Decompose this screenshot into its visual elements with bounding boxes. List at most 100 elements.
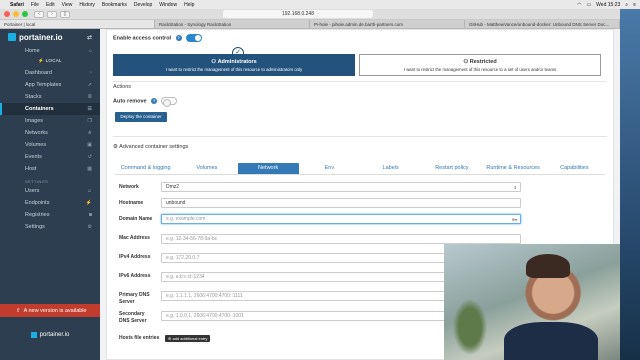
back-button[interactable]: ‹	[34, 10, 44, 18]
menu-help[interactable]: Help	[184, 2, 194, 8]
th-icon: ▦	[87, 166, 92, 172]
tab-command-logging[interactable]: Command & logging	[115, 163, 176, 174]
tab-restart-policy[interactable]: Restart policy	[421, 163, 482, 174]
portainer-logo[interactable]: portainer.io	[19, 33, 63, 42]
sidebar-item-images[interactable]: Images ❐	[0, 115, 100, 127]
network-select[interactable]: Dmz2 ⇕	[161, 182, 521, 192]
hostname-input[interactable]: unbound	[161, 198, 521, 208]
menu-view[interactable]: View	[62, 2, 73, 8]
sidebar-item-label: Home	[25, 48, 40, 54]
browser-tab-strip: Portainer | local RackStation - Synology…	[0, 20, 620, 29]
sidebar-item-label: Networks	[25, 130, 48, 136]
browser-tab-pihole[interactable]: Pi-hole - pihole.admin.de.barth-partners…	[310, 20, 465, 28]
presenter-shirt	[504, 322, 598, 360]
menu-app-name[interactable]: Safari	[10, 2, 24, 8]
browser-tab-rackstation[interactable]: RackStation - Synology RackStation	[155, 20, 310, 28]
deploy-container-button[interactable]: Deploy the container	[115, 112, 167, 122]
administrators-title-row: ⚇ Administrators	[114, 59, 354, 65]
domain-name-label: Domain Name	[119, 216, 153, 222]
mac-address-label: Mac Address	[119, 235, 150, 241]
add-host-entry-label: add additional entry	[172, 336, 208, 341]
sidebar-item-settings[interactable]: Settings ⚙	[0, 221, 100, 233]
wifi-icon[interactable]: ◠	[577, 2, 581, 8]
ipv4-address-input[interactable]: e.g. 172.20.0.7	[161, 253, 446, 263]
tab-volumes[interactable]: Volumes	[176, 163, 237, 174]
sidebar-item-events[interactable]: Events ↺	[0, 151, 100, 163]
menu-edit[interactable]: Edit	[46, 2, 55, 8]
battery-icon[interactable]: ▭	[586, 2, 591, 8]
sidebar-toggle-icon[interactable]: ▯	[60, 10, 70, 18]
help-icon[interactable]: ?	[151, 98, 158, 104]
access-control-label: Enable access control	[113, 35, 172, 42]
endpoint-label: LOCAL	[45, 58, 62, 63]
sidebar-item-stacks[interactable]: Stacks ≣	[0, 91, 100, 103]
zoom-window-button[interactable]	[22, 11, 28, 17]
sidebar-item-home[interactable]: Home ⌂	[0, 45, 100, 57]
database-icon: ◙	[88, 212, 92, 218]
restricted-title: Restricted	[469, 59, 497, 65]
sidebar-item-endpoints[interactable]: Endpoints ⚡	[0, 197, 100, 209]
divider	[113, 81, 607, 82]
sidebar-item-networks[interactable]: Networks ⋔	[0, 127, 100, 139]
search-icon[interactable]: ⌕	[625, 2, 628, 8]
menu-list-icon[interactable]: ≡	[633, 2, 636, 8]
address-bar[interactable]: 192.168.0.248	[223, 10, 373, 18]
minimize-window-button[interactable]	[13, 11, 19, 17]
browser-tab-github[interactable]: GitHub - MatthewVance/unbound-docker: Un…	[465, 20, 620, 28]
autofill-key-icon[interactable]: ⊕▾	[512, 215, 517, 224]
browser-tab-portainer[interactable]: Portainer | local	[0, 20, 155, 28]
rocket-icon: ➚	[87, 82, 92, 88]
stacks-icon: ≣	[87, 94, 92, 100]
tab-labels[interactable]: Labels	[360, 163, 421, 174]
sidebar-item-label: Settings	[25, 224, 45, 230]
ipv6-address-input[interactable]: e.g. a:b:c:d::1234	[161, 272, 446, 282]
help-icon[interactable]: ?	[175, 35, 182, 41]
domain-name-input[interactable]: e.g. example.com ⊕▾	[161, 214, 521, 224]
endpoint-name: ⚡ LOCAL	[0, 57, 100, 67]
menu-develop[interactable]: Develop	[134, 2, 152, 8]
sidebar-item-host[interactable]: Host ▦	[0, 163, 100, 175]
add-host-entry-button[interactable]: ⊕ add additional entry	[165, 335, 211, 342]
administrators-option[interactable]: ⚇ Administrators I want to restrict the …	[113, 54, 355, 76]
sidebar-item-users[interactable]: Users ☺	[0, 185, 100, 197]
tab-capabilities[interactable]: Capabilities	[544, 163, 605, 174]
sidebar-item-label: Containers	[25, 106, 54, 112]
update-notice-text: A new version is available	[23, 307, 87, 314]
sidebar-item-dashboard[interactable]: Dashboard ◔	[0, 67, 100, 79]
tab-network[interactable]: Network	[237, 163, 299, 174]
auto-remove-toggle[interactable]	[161, 97, 177, 107]
select-caret-icon: ⇕	[513, 185, 517, 190]
sidebar-item-volumes[interactable]: Volumes ▣	[0, 139, 100, 151]
toggle-sidebar-icon[interactable]: ⇄	[87, 34, 92, 41]
endpoint-icon: ⚡	[38, 58, 46, 63]
network-value: Dmz2	[166, 184, 180, 190]
menu-history[interactable]: History	[79, 2, 95, 8]
webcam-overlay	[444, 244, 620, 360]
primary-dns-label: Primary DNS Server	[119, 292, 150, 305]
status-area: ◠ ▭ Wed 15:23 ⌕ ≡	[577, 2, 636, 8]
access-control-toggle[interactable]	[186, 34, 202, 42]
close-window-button[interactable]	[4, 11, 10, 17]
menu-bookmarks[interactable]: Bookmarks	[102, 2, 127, 8]
mac-address-input[interactable]: e.g. 12-34-56-78-9a-bc	[161, 234, 521, 244]
tab-runtime-resources[interactable]: Runtime & Resources	[483, 163, 544, 174]
browser-toolbar: ‹ › ▯ 192.168.0.248	[0, 9, 620, 20]
clone-icon: ❐	[87, 118, 92, 124]
restricted-option[interactable]: ⚇ Restricted I want to restrict the mana…	[359, 54, 601, 76]
primary-dns-input[interactable]: e.g. 1.1.1.1, 2606:4700:4700::1111	[161, 291, 446, 301]
sidebar-item-label: Stacks	[25, 94, 42, 100]
clock[interactable]: Wed 15:23	[596, 2, 620, 8]
sidebar-item-containers[interactable]: Containers ☰	[0, 103, 100, 115]
update-notice[interactable]: ⇧ A new version is available	[0, 304, 100, 317]
sidebar-item-label: Host	[25, 166, 37, 172]
menu-window[interactable]: Window	[159, 2, 177, 8]
plug-icon: ⚡	[85, 200, 92, 206]
sidebar-item-app-templates[interactable]: App Templates ➚	[0, 79, 100, 91]
portainer-logo-icon	[8, 33, 16, 41]
menu-file[interactable]: File	[31, 2, 39, 8]
sidebar-item-registries[interactable]: Registries ◙	[0, 209, 100, 221]
secondary-dns-input[interactable]: e.g. 1.0.0.1, 2606:4700:4700::1001	[161, 311, 446, 321]
tab-env[interactable]: Env	[299, 163, 360, 174]
forward-button[interactable]: ›	[47, 10, 57, 18]
domain-name-placeholder: e.g. example.com	[166, 216, 206, 222]
